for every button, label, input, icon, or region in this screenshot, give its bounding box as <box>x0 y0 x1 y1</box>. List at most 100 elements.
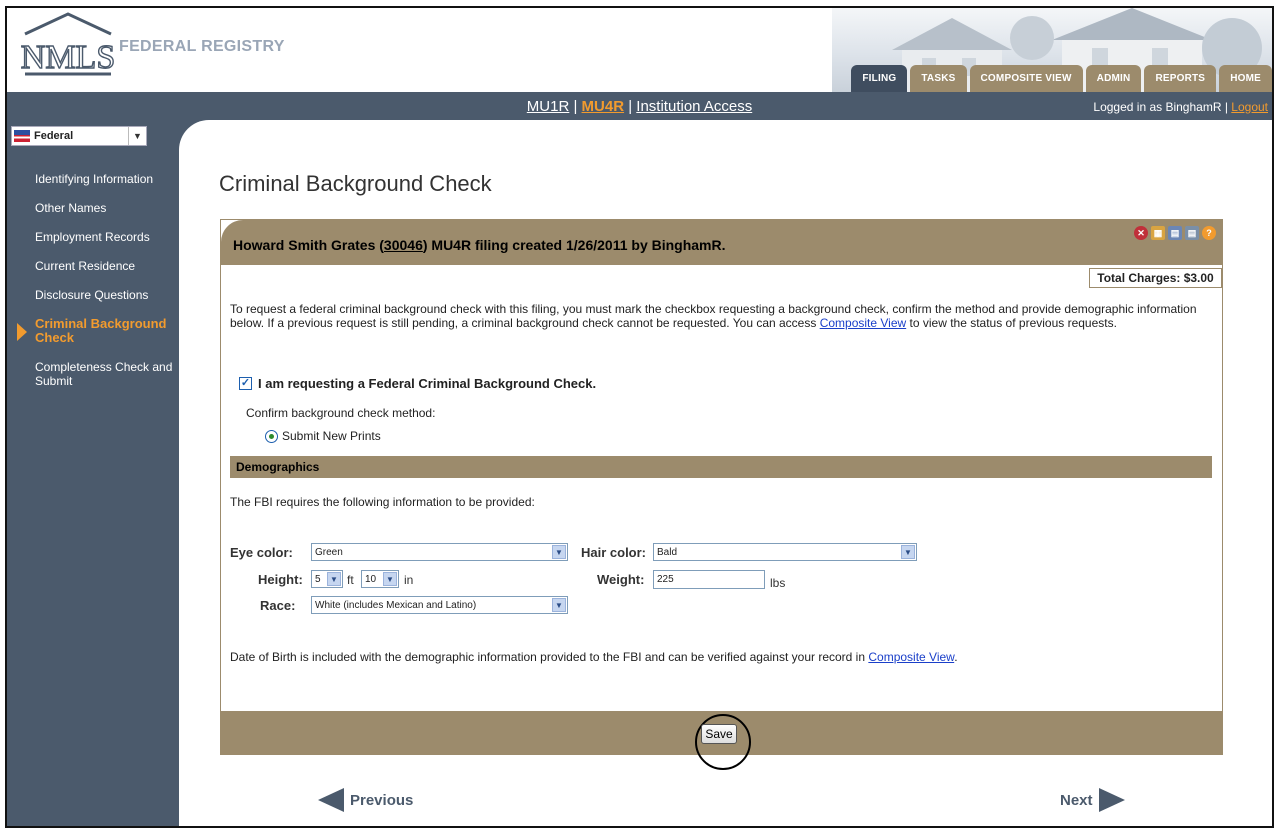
panel-toolbar: ✕ ▦ ▤ ▤ ? <box>1134 226 1216 240</box>
sidebar-item-employment-records[interactable]: Employment Records <box>7 230 179 244</box>
filing-title: Howard Smith Grates (30046) MU4R filing … <box>233 237 726 253</box>
next-label: Next <box>1060 791 1093 809</box>
request-checkbox-label: I am requesting a Federal Criminal Backg… <box>258 376 597 391</box>
feet-unit: ft <box>347 573 354 587</box>
dob-note-body: Date of Birth is included with the demog… <box>230 650 869 664</box>
link-mu1r[interactable]: MU1R <box>527 98 570 115</box>
brand-title: FEDERAL REGISTRY <box>119 38 285 55</box>
weight-input[interactable]: 225 <box>653 570 765 589</box>
weight-label: Weight: <box>597 572 645 587</box>
sidebar-item-criminal-background-check[interactable]: Criminal Background Check <box>7 317 179 345</box>
jurisdiction-value: Federal <box>34 130 74 142</box>
close-icon[interactable]: ✕ <box>1134 226 1148 240</box>
sidebar-item-other-names[interactable]: Other Names <box>7 201 179 215</box>
tab-tasks[interactable]: TASKS <box>910 65 967 92</box>
confirm-method-label: Confirm background check method: <box>246 406 436 420</box>
sidebar: Federal ▼ Identifying Information Other … <box>7 120 179 826</box>
dob-note-end: . <box>954 650 958 664</box>
app-frame: NMLS FEDERAL REGISTRY FILING TASKS COMPO… <box>5 6 1274 828</box>
previous-label: Previous <box>350 791 414 809</box>
login-status: Logged in as BinghamR | Logout <box>1093 100 1268 114</box>
main-tabs: FILING TASKS COMPOSITE VIEW ADMIN REPORT… <box>851 65 1272 92</box>
height-feet-select[interactable]: 5 ▼ <box>311 570 343 588</box>
sidebar-item-disclosure-questions[interactable]: Disclosure Questions <box>7 288 179 302</box>
chevron-down-icon: ▼ <box>552 598 566 612</box>
height-inches-select[interactable]: 10 ▼ <box>361 570 399 588</box>
background-check-request: ✓ I am requesting a Federal Criminal Bac… <box>239 376 596 391</box>
chevron-down-icon: ▼ <box>901 545 915 559</box>
header: NMLS FEDERAL REGISTRY FILING TASKS COMPO… <box>7 8 1272 92</box>
inches-unit: in <box>404 573 414 587</box>
tab-home[interactable]: HOME <box>1219 65 1272 92</box>
calendar-icon[interactable]: ▦ <box>1151 226 1165 240</box>
eye-color-select[interactable]: Green ▼ <box>311 543 568 561</box>
dob-note: Date of Birth is included with the demog… <box>230 650 958 664</box>
race-select[interactable]: White (includes Mexican and Latino) ▼ <box>311 596 568 614</box>
hair-color-select[interactable]: Bald ▼ <box>653 543 917 561</box>
filing-title-prefix: Howard Smith Grates ( <box>233 237 384 253</box>
nav-separator: | <box>624 98 637 115</box>
chevron-down-icon[interactable]: ▼ <box>128 127 146 145</box>
intro-text: To request a federal criminal background… <box>230 302 1215 330</box>
total-charges: Total Charges: $3.00 <box>1089 268 1222 288</box>
composite-view-link[interactable]: Composite View <box>820 316 906 330</box>
race-value: White (includes Mexican and Latino) <box>315 599 477 611</box>
individual-id-link[interactable]: 30046 <box>384 237 423 253</box>
login-separator: | <box>1221 100 1232 114</box>
race-label: Race: <box>260 598 296 613</box>
chevron-down-icon: ▼ <box>383 572 397 586</box>
chevron-down-icon: ▼ <box>552 545 566 559</box>
filing-header: Howard Smith Grates (30046) MU4R filing … <box>221 220 1222 265</box>
logged-in-text: Logged in as BinghamR <box>1093 100 1222 114</box>
fbi-requirement-text: The FBI requires the following informati… <box>230 495 535 509</box>
sidebar-corner-curve <box>179 120 229 170</box>
arrow-left-icon <box>318 788 344 812</box>
nmls-logo: NMLS <box>20 12 116 77</box>
link-mu4r[interactable]: MU4R <box>582 98 625 115</box>
chevron-down-icon: ▼ <box>327 572 341 586</box>
panel-footer: Save <box>221 711 1222 770</box>
sub-navbar: MU1R | MU4R | Institution Access Logged … <box>7 92 1272 120</box>
current-page-arrow-icon <box>17 323 27 341</box>
eye-color-value: Green <box>315 546 343 558</box>
sidebar-item-completeness-check[interactable]: Completeness Check and Submit <box>7 360 179 388</box>
hair-color-value: Bald <box>657 546 678 558</box>
sidebar-item-label: Criminal Background Check <box>35 316 167 345</box>
sidebar-item-current-residence[interactable]: Current Residence <box>7 259 179 273</box>
weight-unit: lbs <box>770 576 786 590</box>
submit-new-prints-label: Submit New Prints <box>282 429 381 443</box>
submit-new-prints-radio[interactable] <box>265 429 278 443</box>
jurisdiction-select[interactable]: Federal ▼ <box>11 126 147 146</box>
page-title: Criminal Background Check <box>219 171 492 196</box>
save-button[interactable]: Save <box>701 724 737 744</box>
nav-separator: | <box>569 98 582 115</box>
next-button[interactable]: Next <box>1060 788 1125 812</box>
filing-type-links: MU1R | MU4R | Institution Access <box>7 98 1272 115</box>
height-feet-value: 5 <box>315 573 321 585</box>
logo-text: NMLS <box>21 39 115 76</box>
tab-reports[interactable]: REPORTS <box>1144 65 1217 92</box>
sidebar-item-identifying-information[interactable]: Identifying Information <box>7 172 179 186</box>
eye-color-label: Eye color: <box>230 545 293 560</box>
help-icon[interactable]: ? <box>1202 226 1216 240</box>
previous-button[interactable]: Previous <box>318 788 413 812</box>
print-icon[interactable]: ▤ <box>1168 226 1182 240</box>
sidebar-menu: Identifying Information Other Names Empl… <box>7 172 179 403</box>
logout-link[interactable]: Logout <box>1231 100 1268 114</box>
arrow-right-icon <box>1098 788 1125 812</box>
tab-admin[interactable]: ADMIN <box>1085 65 1142 92</box>
demographics-header: Demographics <box>230 456 1212 478</box>
height-label: Height: <box>258 572 303 587</box>
tab-filing[interactable]: FILING <box>851 65 908 92</box>
method-option: Submit New Prints <box>265 429 381 443</box>
us-flag-icon <box>14 130 30 142</box>
height-inches-value: 10 <box>365 573 377 585</box>
hair-color-label: Hair color: <box>581 545 647 560</box>
print-preview-icon[interactable]: ▤ <box>1185 226 1199 240</box>
composite-view-link[interactable]: Composite View <box>868 650 954 664</box>
request-checkbox[interactable]: ✓ <box>239 377 252 390</box>
link-institution-access[interactable]: Institution Access <box>636 98 752 115</box>
tab-composite-view[interactable]: COMPOSITE VIEW <box>969 65 1083 92</box>
filing-title-suffix: ) MU4R filing created 1/26/2011 by Bingh… <box>422 237 726 253</box>
intro-text-end: to view the status of previous requests. <box>906 316 1117 330</box>
